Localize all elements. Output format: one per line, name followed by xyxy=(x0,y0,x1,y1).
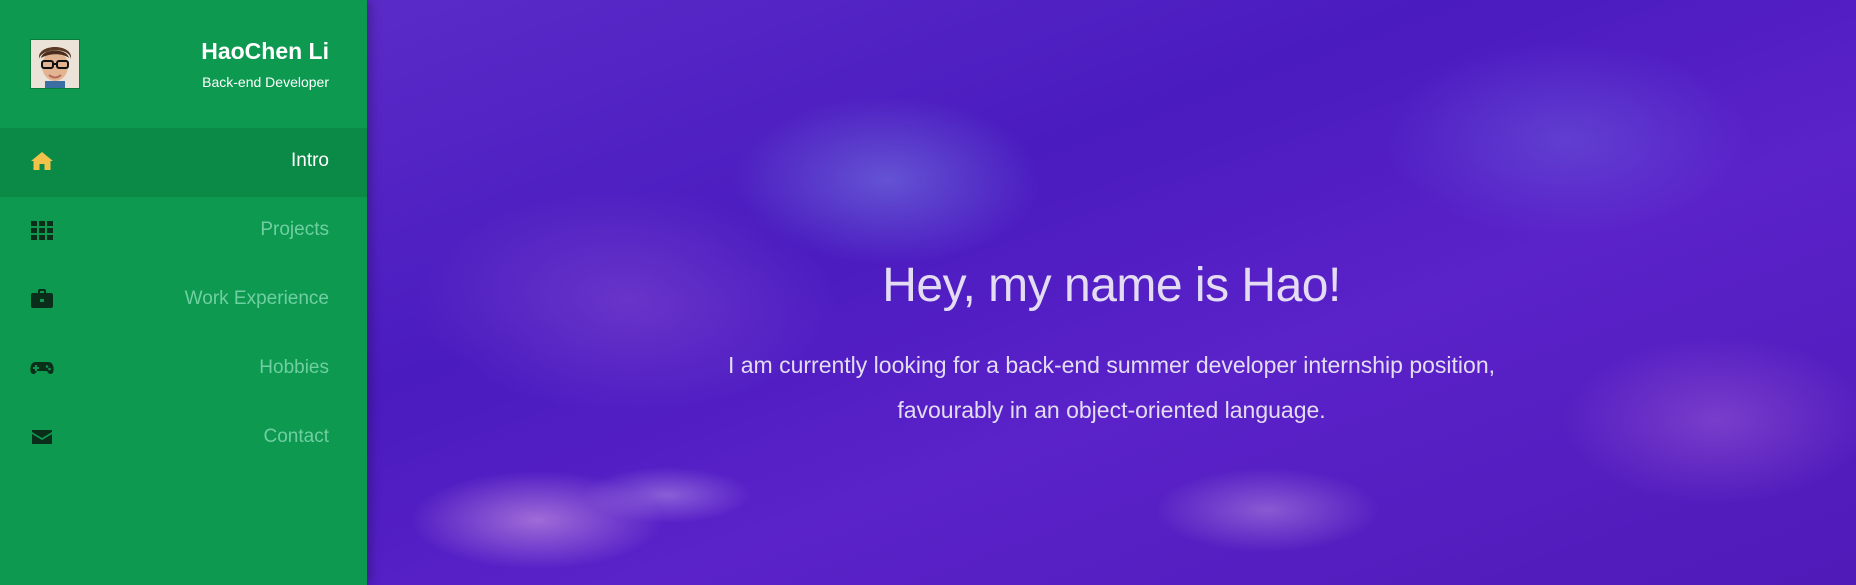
home-icon xyxy=(30,150,54,172)
grid-icon xyxy=(30,219,54,241)
hero-description-line: I am currently looking for a back-end su… xyxy=(727,352,1496,378)
sidebar-item-label: Contact xyxy=(263,426,329,447)
sidebar-item-hobbies[interactable]: Hobbies xyxy=(0,335,367,404)
sidebar-item-intro[interactable]: Intro xyxy=(0,128,367,197)
hero-section: Hey, my name is Hao! I am currently look… xyxy=(367,0,1856,585)
avatar-portrait xyxy=(31,40,79,88)
profile-name: HaoChen Li xyxy=(201,38,329,64)
hero-content: Hey, my name is Hao! I am currently look… xyxy=(367,258,1856,433)
hero-title: Hey, my name is Hao! xyxy=(882,259,1341,312)
hero-description: I am currently looking for a back-end su… xyxy=(712,343,1512,433)
page: HaoChen Li Back-end Developer Intro Proj… xyxy=(0,0,1856,585)
sidebar-item-label: Work Experience xyxy=(184,288,329,309)
sidebar-item-work-experience[interactable]: Work Experience xyxy=(0,266,367,335)
sidebar-item-projects[interactable]: Projects xyxy=(0,197,367,266)
envelope-icon xyxy=(30,426,54,448)
sidebar-item-label: Hobbies xyxy=(259,357,329,378)
hero-description-line: favourably in an object-oriented languag… xyxy=(897,397,1326,423)
sidebar-item-label: Projects xyxy=(260,219,329,240)
profile-role: Back-end Developer xyxy=(202,74,329,90)
sidebar-nav: Intro Projects Work Experience Hobbies C… xyxy=(0,128,367,473)
avatar xyxy=(30,39,80,89)
sidebar: HaoChen Li Back-end Developer Intro Proj… xyxy=(0,0,367,585)
gamepad-icon xyxy=(30,357,54,379)
sidebar-item-label: Intro xyxy=(290,150,329,171)
sidebar-item-contact[interactable]: Contact xyxy=(0,404,367,473)
profile-header: HaoChen Li Back-end Developer xyxy=(0,0,367,128)
briefcase-icon xyxy=(30,288,54,310)
